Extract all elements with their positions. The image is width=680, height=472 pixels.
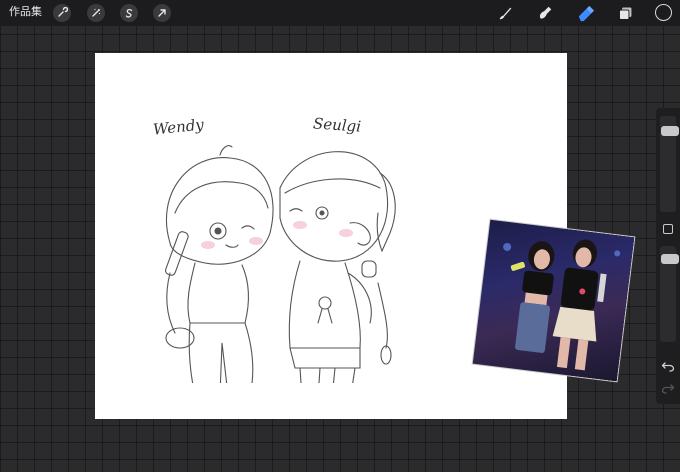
eraser-icon[interactable] xyxy=(575,3,595,23)
cursor-arrow-icon[interactable] xyxy=(153,4,171,22)
smudge-icon[interactable] xyxy=(535,3,555,23)
opacity-thumb[interactable] xyxy=(661,254,679,264)
gallery-button[interactable]: 作品集 xyxy=(9,5,42,19)
reference-photo xyxy=(472,219,635,382)
drawing-canvas[interactable]: Wendy Seulgi xyxy=(95,53,635,419)
opacity-slider[interactable] xyxy=(660,246,679,342)
layers-icon[interactable] xyxy=(615,3,635,23)
undo-icon[interactable] xyxy=(661,360,675,372)
wrench-icon[interactable] xyxy=(53,4,71,22)
reference-photo-figures xyxy=(503,239,621,371)
magic-wand-icon[interactable] xyxy=(87,4,105,22)
selection-s-icon[interactable] xyxy=(120,4,138,22)
brush-size-slider[interactable] xyxy=(660,116,679,212)
brush-icon[interactable] xyxy=(495,3,515,23)
chibi-sketch xyxy=(165,145,396,383)
side-toolbar xyxy=(656,108,680,404)
color-picker-swatch[interactable] xyxy=(655,4,672,21)
brush-size-thumb[interactable] xyxy=(661,126,679,136)
redo-icon[interactable] xyxy=(661,382,675,394)
modify-button[interactable] xyxy=(663,224,673,234)
top-toolbar: 作品集 xyxy=(0,0,680,26)
